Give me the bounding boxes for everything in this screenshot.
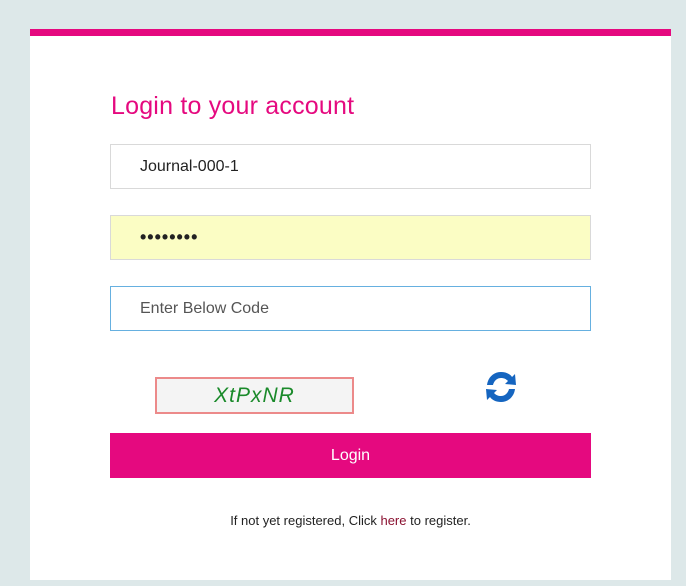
- refresh-icon[interactable]: [480, 366, 522, 408]
- password-input[interactable]: [110, 215, 591, 260]
- username-input[interactable]: [110, 144, 591, 189]
- register-suffix-text: to register.: [406, 513, 471, 528]
- register-prefix-text: If not yet registered, Click: [230, 513, 381, 528]
- captcha-input[interactable]: [110, 286, 591, 331]
- captcha-code: XtPxNR: [214, 383, 295, 407]
- register-link[interactable]: here: [380, 513, 406, 528]
- login-card: Login to your account XtPxNR Login If no…: [30, 29, 671, 580]
- captcha-image: XtPxNR: [155, 377, 354, 414]
- register-prompt: If not yet registered, Click here to reg…: [30, 513, 671, 528]
- login-title: Login to your account: [111, 92, 355, 120]
- login-button[interactable]: Login: [110, 433, 591, 478]
